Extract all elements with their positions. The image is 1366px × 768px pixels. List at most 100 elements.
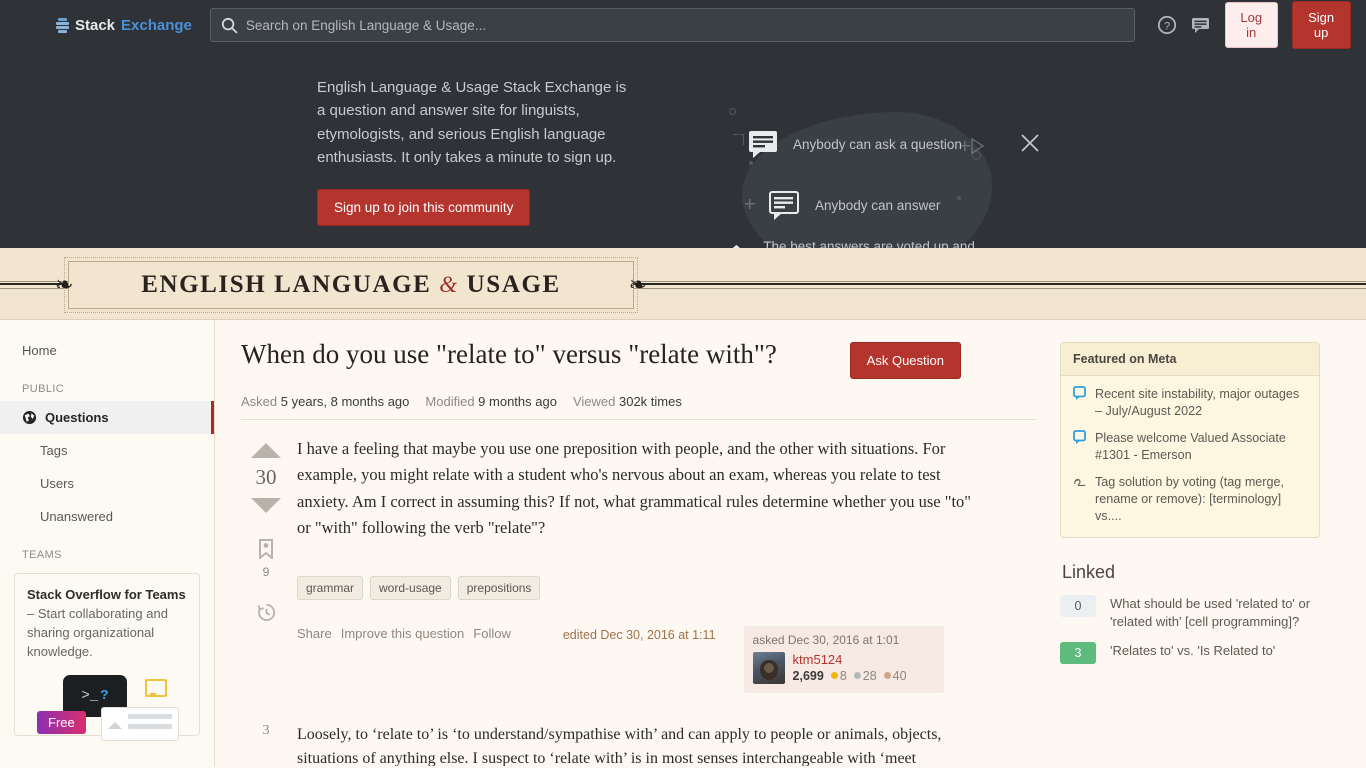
- asked-stat: Asked 5 years, 8 months ago: [241, 394, 409, 409]
- avatar[interactable]: [752, 651, 785, 684]
- featured-on-meta-title: Featured on Meta: [1061, 343, 1319, 376]
- upvote-button[interactable]: [251, 443, 281, 458]
- sidebar-item-unanswered[interactable]: Unanswered: [0, 500, 214, 533]
- close-icon[interactable]: [1019, 132, 1041, 154]
- sidebar-item-home[interactable]: Home: [0, 334, 214, 367]
- answer-vote-count: 3: [262, 722, 270, 738]
- author-reputation: 2,699: [792, 668, 824, 683]
- sidebar-section-public: PUBLIC: [22, 383, 65, 395]
- free-badge: Free: [37, 711, 86, 735]
- login-button[interactable]: Log in: [1224, 2, 1278, 48]
- silver-badge: 28: [853, 668, 877, 683]
- list-item-label: Tag solution by voting (tag merge, renam…: [1095, 475, 1285, 523]
- teams-promo-illustration: >_? Free: [27, 675, 187, 742]
- edited-timestamp[interactable]: edited Dec 30, 2016 at 1:11: [563, 626, 716, 642]
- list-item[interactable]: 0 What should be used 'related to' or 'r…: [1060, 595, 1320, 630]
- featured-on-meta-card: Featured on Meta Recent site instability…: [1060, 342, 1320, 538]
- bookmark-icon[interactable]: [258, 539, 274, 562]
- question-body: I have a feeling that maybe you use one …: [297, 439, 972, 538]
- signup-button[interactable]: Sign up: [1291, 1, 1351, 49]
- bronze-badge-count: 40: [892, 668, 907, 683]
- question-content: I have a feeling that maybe you use one …: [291, 436, 1036, 693]
- hero-feature-ask: Anybody can ask a question: [749, 131, 962, 159]
- list-item[interactable]: Please welcome Valued Associate #1301 - …: [1073, 430, 1307, 464]
- tag-prepositions[interactable]: prepositions: [457, 575, 541, 600]
- sidebar-item-label: Home: [22, 343, 57, 358]
- terminal-question-text: ?: [100, 688, 109, 705]
- featured-on-meta-list: Recent site instability, major outages –…: [1061, 376, 1319, 537]
- decorative-circle-icon: [729, 108, 736, 115]
- improve-question-link[interactable]: Improve this question: [341, 626, 465, 641]
- stack-exchange-logo-icon: [56, 17, 69, 33]
- search-input[interactable]: [245, 9, 1124, 41]
- top-bar-actions: ? Log in Sign up: [1157, 1, 1351, 49]
- bronze-badge: 40: [883, 668, 907, 683]
- play-triangle-icon[interactable]: [970, 137, 985, 157]
- hero-left-column: English Language & Usage Stack Exchange …: [317, 76, 717, 226]
- sidebar-item-label: Users: [40, 476, 74, 491]
- tag-word-usage[interactable]: word-usage: [370, 575, 451, 600]
- right-sidebar: Featured on Meta Recent site instability…: [1036, 320, 1366, 766]
- viewed-value: 302k times: [618, 394, 682, 409]
- teams-promo-text: Stack Overflow for Teams – Start collabo…: [27, 586, 187, 661]
- linked-question-title[interactable]: What should be used 'related to' or 'rel…: [1110, 595, 1320, 630]
- search-bar[interactable]: [209, 8, 1135, 42]
- svg-text:?: ?: [1164, 21, 1170, 33]
- gold-badge: 8: [830, 668, 847, 683]
- share-link[interactable]: Share: [297, 626, 332, 641]
- post-history-icon[interactable]: [257, 603, 276, 625]
- tag-grammar[interactable]: grammar: [297, 575, 364, 600]
- sidebar-item-questions[interactable]: Questions: [0, 401, 214, 434]
- note-bubble-icon: [145, 679, 167, 698]
- list-item-label: Recent site instability, major outages –…: [1095, 387, 1300, 418]
- site-title: ENGLISH LANGUAGE & USAGE: [141, 271, 561, 299]
- ask-question-button[interactable]: Ask Question: [849, 342, 961, 379]
- upvote-triangle-icon: [108, 715, 122, 730]
- list-item[interactable]: 3 'Relates to' vs. 'Is Related to': [1060, 642, 1320, 665]
- tag-list: grammar word-usage prepositions: [297, 575, 1036, 600]
- page-title: When do you use "relate to" versus "rela…: [241, 339, 777, 369]
- decorative-dot-icon: [749, 161, 753, 165]
- site-title-box[interactable]: ❧ ENGLISH LANGUAGE & USAGE ❧: [55, 257, 647, 313]
- speech-bubble-icon: [1073, 430, 1086, 444]
- downvote-button[interactable]: [251, 498, 281, 513]
- author-name[interactable]: ktm5124: [793, 652, 907, 667]
- question-header: When do you use "relate to" versus "rela…: [241, 338, 1036, 379]
- hero-feature-label: The best answers are voted up and rise t…: [763, 239, 975, 248]
- silver-badge-count: 28: [862, 668, 877, 683]
- teams-promo-card[interactable]: Stack Overflow for Teams – Start collabo…: [14, 573, 200, 742]
- follow-link[interactable]: Follow: [473, 626, 511, 641]
- modified-stat: Modified 9 months ago: [425, 394, 557, 409]
- list-item[interactable]: Tag solution by voting (tag merge, renam…: [1073, 474, 1307, 525]
- list-item[interactable]: Recent site instability, major outages –…: [1073, 386, 1307, 420]
- inbox-icon[interactable]: [1191, 12, 1211, 38]
- placeholder-bars: [128, 714, 172, 734]
- author-reputation-row: 2,699 8 28 40: [793, 669, 907, 683]
- linked-question-title[interactable]: 'Relates to' vs. 'Is Related to': [1110, 642, 1275, 660]
- terminal-prompt-text: >_: [81, 688, 99, 705]
- site-title-part1: ENGLISH LANGUAGE: [141, 271, 432, 298]
- viewed-stat: Viewed 302k times: [573, 394, 682, 409]
- gold-badge-count: 8: [839, 668, 847, 683]
- sidebar-item-label: Unanswered: [40, 509, 113, 524]
- question-post: 30 9 I have a feeling that maybe you use…: [241, 436, 1036, 693]
- bronze-badge-icon: [883, 672, 891, 680]
- site-title-banner: ❧ ENGLISH LANGUAGE & USAGE ❧: [0, 248, 1366, 320]
- gold-badge-icon: [830, 672, 838, 680]
- decorative-dot-icon: [957, 196, 961, 200]
- asked-timestamp[interactable]: asked Dec 30, 2016 at 1:01: [753, 633, 935, 647]
- help-circle-icon[interactable]: ?: [1157, 12, 1177, 38]
- vote-count: 30: [255, 465, 277, 489]
- asked-value: 5 years, 8 months ago: [280, 394, 410, 409]
- list-item-label: Please welcome Valued Associate #1301 - …: [1095, 431, 1286, 462]
- vote-card-illustration: [101, 707, 179, 742]
- sidebar-item-users[interactable]: Users: [0, 467, 214, 500]
- modified-value: 9 months ago: [478, 394, 557, 409]
- stack-exchange-logo[interactable]: Stack Exchange: [56, 17, 192, 34]
- linked-section-title: Linked: [1062, 562, 1116, 582]
- hero-feature-votes: The best answers are voted up and rise t…: [725, 238, 975, 248]
- globe-icon: [22, 410, 37, 425]
- question-stats: Asked 5 years, 8 months ago Modified 9 m…: [241, 394, 1036, 420]
- sidebar-item-tags[interactable]: Tags: [0, 434, 214, 467]
- hero-signup-button[interactable]: Sign up to join this community: [317, 189, 531, 226]
